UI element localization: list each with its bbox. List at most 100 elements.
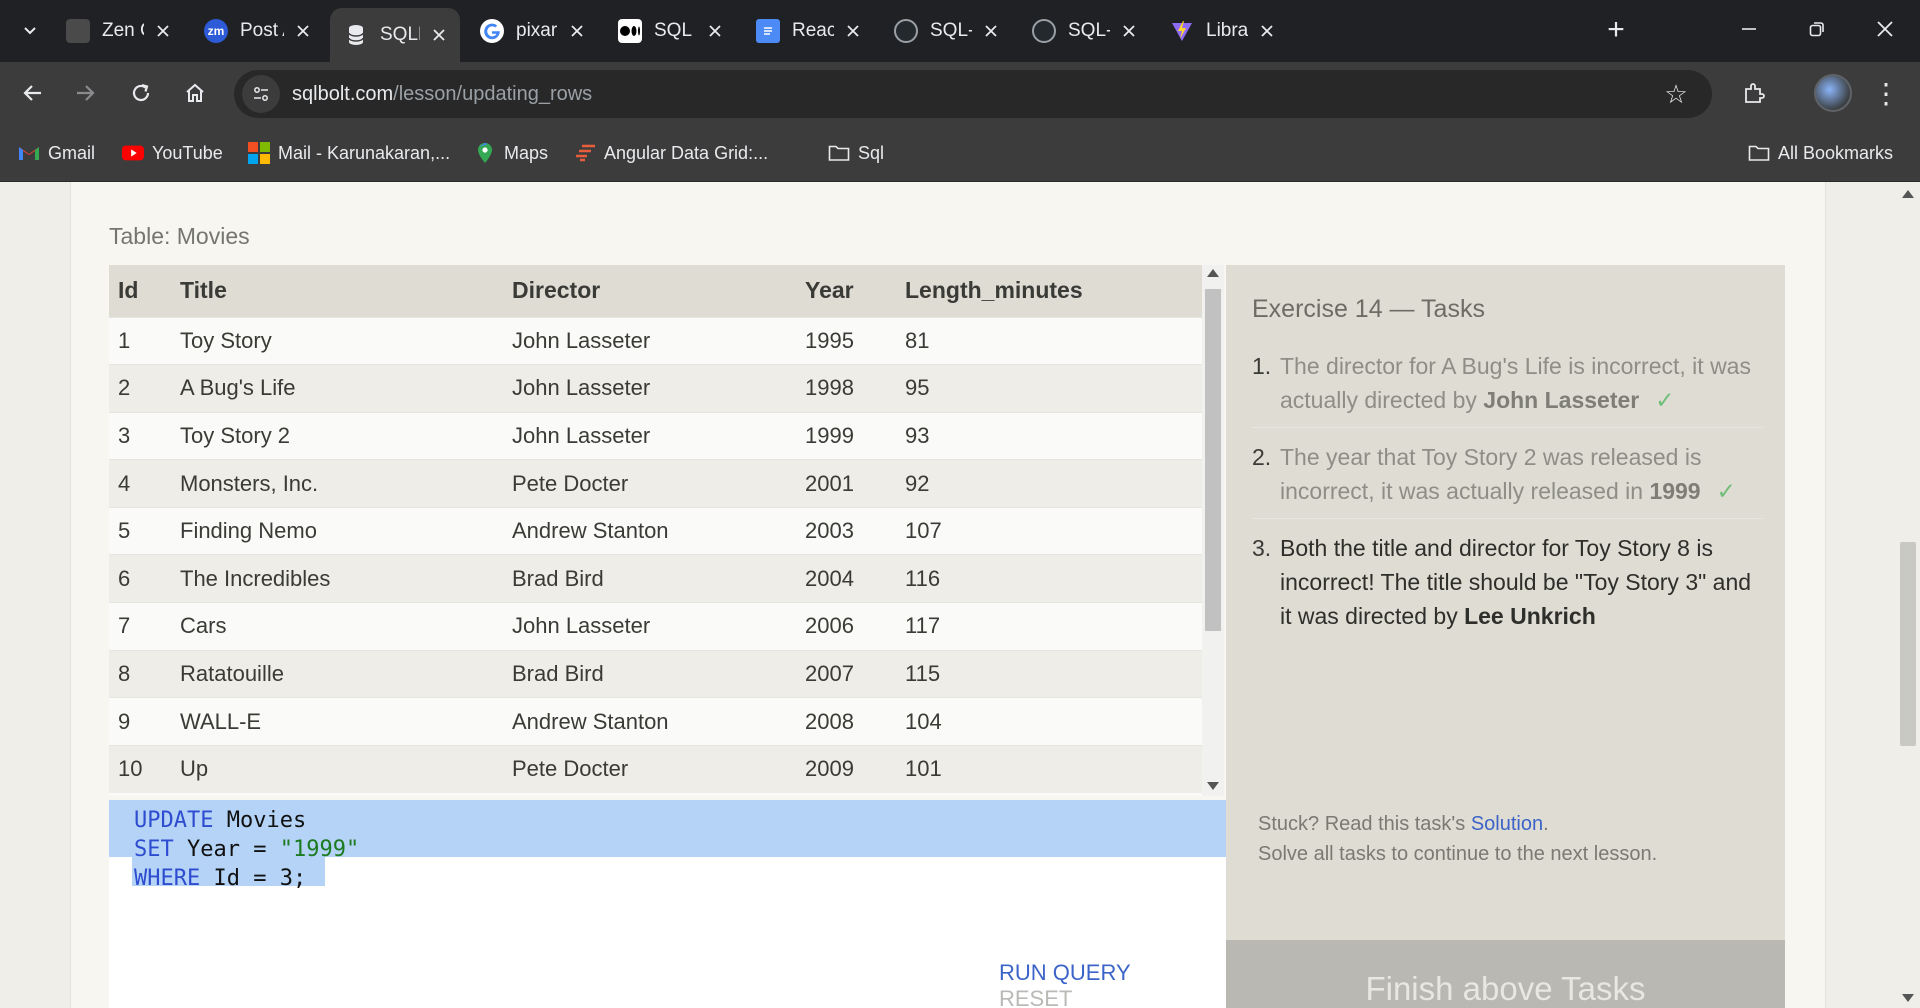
home-button[interactable]: [176, 74, 214, 112]
back-button[interactable]: [14, 74, 52, 112]
browser-tab[interactable]: pixar mo: [466, 10, 598, 52]
table-row: 9 WALL-E Andrew Stanton 2008 104: [109, 697, 1202, 746]
task-text: The year that Toy Story 2 was released i…: [1280, 440, 1763, 508]
table-scroll-thumb[interactable]: [1205, 289, 1221, 631]
close-window-button[interactable]: [1852, 0, 1918, 58]
table-scrollbar[interactable]: [1202, 265, 1224, 796]
bookmark-label: YouTube: [152, 142, 223, 163]
scroll-up-arrow-icon[interactable]: [1207, 269, 1219, 277]
tab-search-button[interactable]: [10, 12, 50, 48]
code-line: SET Year = "1999": [134, 835, 359, 864]
minimize-button[interactable]: [1716, 0, 1782, 58]
finish-tasks-button[interactable]: Finish above Tasks: [1226, 940, 1785, 1008]
table-cell: Andrew Stanton: [512, 518, 669, 544]
sql-keyword: UPDATE: [134, 808, 214, 833]
google-docs-icon: [756, 19, 780, 43]
bookmark-star-icon[interactable]: ☆: [1660, 78, 1692, 110]
close-tab-icon[interactable]: [842, 20, 864, 42]
close-tab-icon[interactable]: [152, 20, 174, 42]
close-tab-icon[interactable]: [292, 20, 314, 42]
bookmark-item[interactable]: Mail - Karunakaran,...: [248, 138, 450, 168]
task-highlight: Lee Unkrich: [1464, 603, 1596, 629]
table-row: 3 Toy Story 2 John Lasseter 1999 93: [109, 412, 1202, 460]
table-cell: 95: [905, 375, 930, 401]
scroll-down-arrow-icon[interactable]: [1207, 782, 1219, 790]
bookmarks-bar: Gmail YouTube Mail - Karunakaran,... Maps An…: [0, 124, 1920, 182]
address-bar[interactable]: sqlbolt.com/lesson/updating_rows ☆: [234, 70, 1712, 118]
bookmark-item[interactable]: Angular Data Grid:...: [574, 138, 768, 168]
bookmark-item[interactable]: Gmail: [18, 138, 95, 168]
table-row: 5 Finding Nemo Andrew Stanton 2003 107: [109, 507, 1202, 555]
solution-link[interactable]: Solution: [1471, 813, 1543, 835]
task-description: The year that Toy Story 2 was released i…: [1280, 444, 1702, 504]
forward-button[interactable]: [66, 74, 104, 112]
reset-button[interactable]: RESET: [999, 986, 1072, 1008]
close-tab-icon[interactable]: [566, 20, 588, 42]
table-cell: 2008: [805, 708, 854, 734]
task-highlight: 1999: [1649, 478, 1701, 504]
movies-table-container[interactable]: Id Title Director Year Length_minutes 1 Toy S…: [109, 265, 1202, 796]
column-header: Title: [180, 277, 227, 304]
table-cell: 104: [905, 708, 942, 734]
bookmark-label: Maps: [504, 142, 549, 163]
browser-tab[interactable]: SQL-BO: [1018, 10, 1150, 52]
bookmark-label: Sql: [858, 142, 885, 163]
table-row: 2 A Bug's Life John Lasseter 1998 95: [109, 364, 1202, 413]
table-cell: John Lasseter: [512, 375, 651, 401]
close-tab-icon[interactable]: [980, 20, 1002, 42]
run-query-button[interactable]: RUN QUERY: [999, 960, 1131, 985]
browser-tab[interactable]: zm Post Att: [190, 10, 324, 52]
all-bookmarks-label: All Bookmarks: [1778, 142, 1894, 163]
page-scroll-thumb[interactable]: [1900, 542, 1916, 746]
browser-tab[interactable]: SQLBolt: [330, 8, 460, 62]
table-cell: Finding Nemo: [180, 518, 317, 544]
table-row: 8 Ratatouille Brad Bird 2007 115: [109, 650, 1202, 698]
sql-text: Id = 3;: [200, 866, 307, 891]
maps-pin-icon: [474, 142, 496, 164]
browser-tab[interactable]: Zen Clas: [52, 10, 184, 52]
table-cell: John Lasseter: [512, 327, 651, 353]
table-cell: Cars: [180, 613, 227, 639]
task-number: 2.: [1252, 444, 1272, 470]
new-tab-button[interactable]: +: [1598, 12, 1634, 48]
browser-tab[interactable]: Library: [1156, 10, 1288, 52]
close-tab-icon[interactable]: [704, 20, 726, 42]
table-cell: Toy Story 2: [180, 422, 291, 448]
youtube-icon: [122, 142, 144, 164]
bookmark-item[interactable]: Sql: [828, 138, 884, 168]
reload-button[interactable]: [122, 74, 160, 112]
more-menu-icon[interactable]: ⋮: [1870, 74, 1902, 112]
site-info-icon[interactable]: [242, 75, 280, 113]
table-cell: 116: [905, 565, 941, 591]
table-header-row: Id Title Director Year Length_minutes: [109, 265, 1202, 317]
bookmark-label: Angular Data Grid:...: [604, 142, 769, 163]
table-cell: Brad Bird: [512, 565, 604, 591]
restore-button[interactable]: [1784, 0, 1850, 58]
close-tab-icon[interactable]: [1118, 20, 1140, 42]
close-tab-icon[interactable]: [428, 24, 450, 46]
page-scrollbar[interactable]: [1897, 182, 1920, 1008]
profile-avatar[interactable]: [1814, 74, 1852, 112]
browser-tab[interactable]: SQL-BO: [880, 10, 1012, 52]
arrow-left-icon: [23, 85, 41, 101]
table-cell: 1999: [805, 422, 854, 448]
browser-tab[interactable]: React A: [742, 10, 874, 52]
github-icon: [1032, 19, 1056, 43]
page-scroll-down-icon[interactable]: [1902, 994, 1914, 1002]
folder-icon: [828, 142, 850, 164]
table-cell: Brad Bird: [512, 660, 604, 686]
page-scroll-up-icon[interactable]: [1902, 190, 1914, 198]
close-tab-icon[interactable]: [1256, 20, 1278, 42]
bookmark-item[interactable]: Maps: [474, 138, 548, 168]
table-cell: 2: [118, 375, 131, 401]
editor-actions: RUN QUERY RESET: [999, 960, 1226, 1008]
bookmark-item[interactable]: YouTube: [122, 138, 223, 168]
tab-title: Library: [1206, 20, 1248, 41]
extensions-button[interactable]: [1735, 74, 1773, 112]
browser-tab[interactable]: SQL BO: [604, 10, 736, 52]
table-row: 10 Up Pete Docter 2009 101: [109, 745, 1202, 793]
sql-query-editor[interactable]: UPDATE Movies SET Year = "1999" WHERE Id =…: [109, 800, 1226, 1008]
table-cell: 1998: [805, 375, 854, 401]
all-bookmarks-button[interactable]: All Bookmarks: [1748, 138, 1893, 168]
table-cell: 81: [905, 327, 930, 353]
